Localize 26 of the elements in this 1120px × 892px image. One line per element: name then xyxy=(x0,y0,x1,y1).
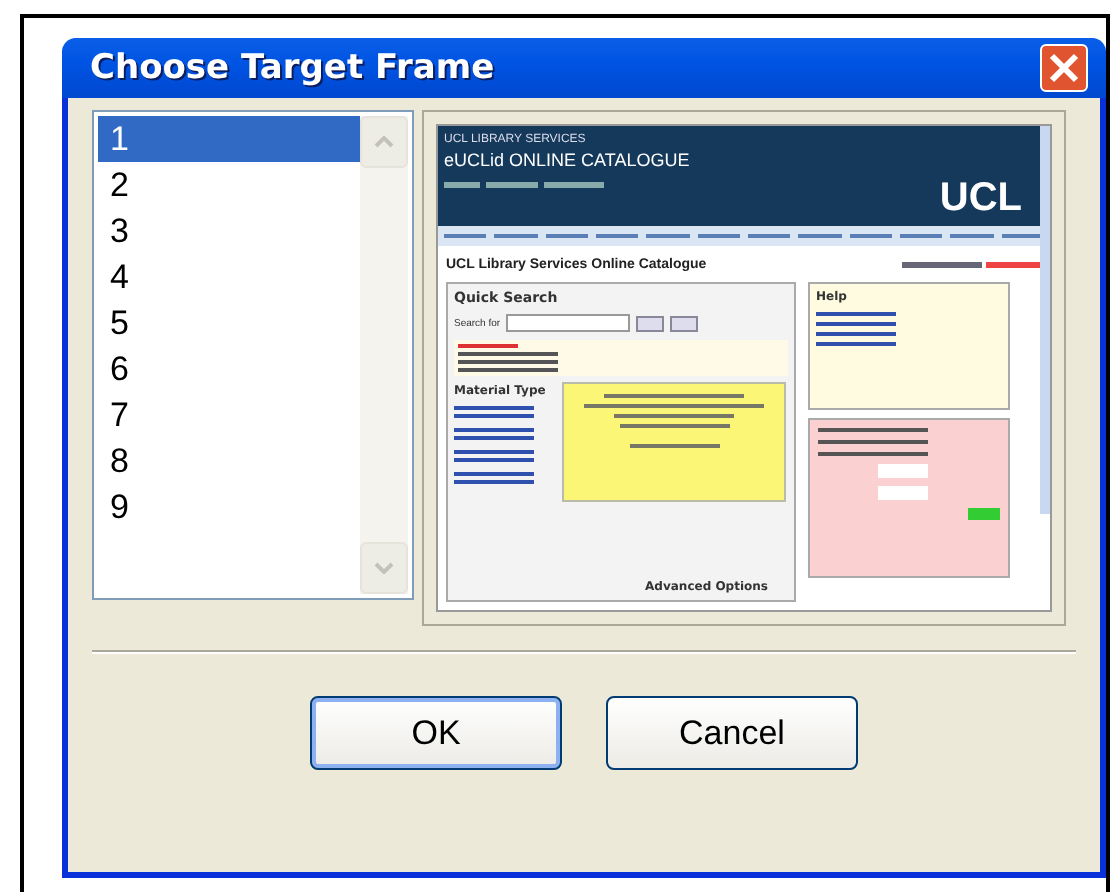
close-icon xyxy=(1048,52,1080,84)
frame-list-item[interactable]: 9 xyxy=(98,484,360,530)
frame-list-item[interactable]: 4 xyxy=(98,254,360,300)
scrollbar[interactable] xyxy=(360,116,408,594)
chevron-down-icon xyxy=(374,562,394,574)
chevron-up-icon xyxy=(374,136,394,148)
ok-button[interactable]: OK xyxy=(310,696,562,770)
scroll-down-button[interactable] xyxy=(360,542,408,594)
frame-list-item[interactable]: 3 xyxy=(98,208,360,254)
close-button[interactable] xyxy=(1040,44,1088,92)
search-field[interactable] xyxy=(506,314,631,332)
frame-list-item[interactable]: 2 xyxy=(98,162,360,208)
frame-list-item[interactable]: 1 xyxy=(98,116,360,162)
scroll-up-button[interactable] xyxy=(360,116,408,168)
frame-list-item[interactable]: 7 xyxy=(98,392,360,438)
scope-note-drawing xyxy=(902,262,1042,268)
cancel-button[interactable]: Cancel xyxy=(606,696,858,770)
frame-list-item[interactable]: 6 xyxy=(98,346,360,392)
frame-list-item[interactable]: 5 xyxy=(98,300,360,346)
frame-list-item[interactable]: 8 xyxy=(98,438,360,484)
clear-button-drawing xyxy=(670,315,699,331)
search-button-drawing xyxy=(636,315,665,331)
site-logo: UCL xyxy=(939,178,1022,218)
site-title: eUCLid ONLINE CATALOGUE xyxy=(444,150,690,170)
window-title: Choose Target Frame xyxy=(90,48,495,88)
link-list-drawing xyxy=(816,312,896,346)
